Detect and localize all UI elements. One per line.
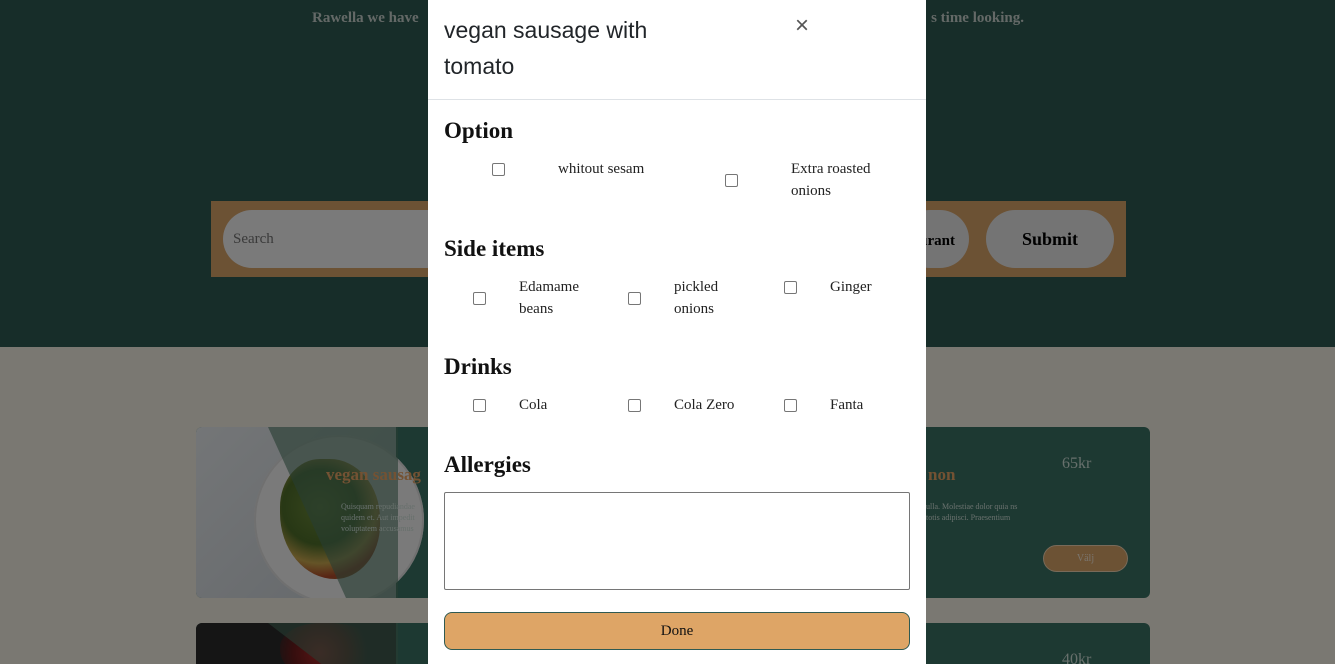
side-item-label: Edamame [519,279,579,295]
drink-label: Cola Zero [674,397,735,413]
option-label: Extra roasted [791,161,871,177]
done-button[interactable]: Done [444,612,910,650]
side-item-checkbox-edamame-beans[interactable] [473,292,486,305]
option-section-title: Option [444,118,514,143]
option-checkbox-extra-roasted-onions[interactable] [725,174,738,187]
side-item-label: Ginger [830,279,872,295]
option-label: onions [791,183,832,199]
modal-title: vegan sausage with tomato [444,17,648,79]
drink-label: Cola [519,397,548,413]
side-item-label: pickled [674,279,719,295]
drink-checkbox-cola-zero[interactable] [628,399,641,412]
side-item-checkbox-ginger[interactable] [784,281,797,294]
drink-checkbox-fanta[interactable] [784,399,797,412]
drink-label: Fanta [830,397,864,413]
side-item-checkbox-pickled-onions[interactable] [628,292,641,305]
side-item-label: onions [674,301,715,317]
drink-checkbox-cola[interactable] [473,399,486,412]
product-options-modal: vegan sausage with tomato × Option whito… [428,0,926,664]
option-label: whitout sesam [558,161,645,177]
modal-header: vegan sausage with tomato × [428,0,926,100]
allergies-textarea[interactable] [444,492,910,590]
side-items-section-title: Side items [444,236,545,261]
option-checkbox-whitout-sesam[interactable] [492,163,505,176]
allergies-section-title: Allergies [444,452,531,477]
drinks-section-title: Drinks [444,354,512,379]
close-icon[interactable]: × [790,12,814,40]
side-item-label: beans [519,301,554,317]
